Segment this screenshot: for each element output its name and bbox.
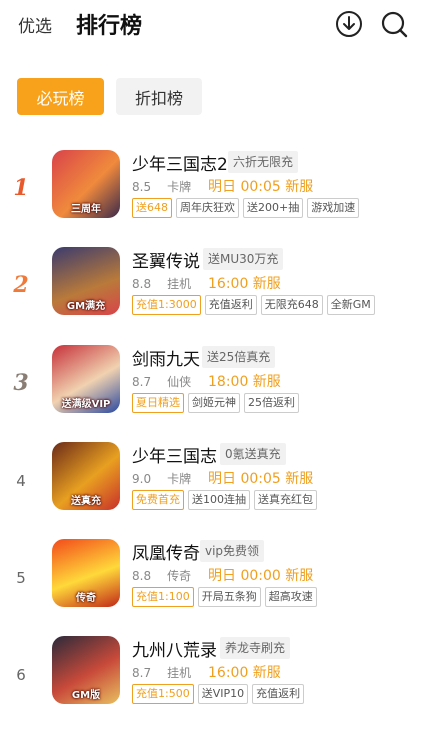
- feature-chip: 充值1:3000: [132, 295, 201, 315]
- feature-chips: 充值1:100 开局五条狗 超高攻速: [132, 587, 317, 607]
- segment-bichwan[interactable]: 必玩榜: [17, 78, 104, 115]
- game-rating: 8.8: [132, 277, 152, 291]
- feature-chip: 剑姬元神: [188, 393, 240, 413]
- game-meta: 9.0 卡牌 明日 00:05 新服: [132, 470, 313, 487]
- feature-chip: 超高攻速: [264, 587, 317, 607]
- feature-chip: 充值1:500: [132, 684, 194, 704]
- feature-chip: 夏日精选: [132, 393, 184, 413]
- server-open-time: 16:00 新服: [208, 276, 281, 292]
- server-open-time: 18:00 新服: [208, 374, 281, 390]
- segment-zhekou[interactable]: 折扣榜: [116, 78, 202, 115]
- feature-chip: 全新GM: [326, 295, 375, 315]
- rank-number: 5: [16, 569, 26, 587]
- game-icon-label: 送满级VIP: [61, 399, 111, 410]
- feature-chips: 充值1:500 送VIP10 充值返利: [132, 684, 305, 704]
- game-icon-label: 三周年: [71, 204, 101, 215]
- game-icon[interactable]: 三周年: [52, 150, 120, 218]
- server-open-time: 明日 00:05 新服: [208, 179, 314, 195]
- game-rating: 9.0: [132, 472, 152, 486]
- promo-tag: 六折无限充: [228, 151, 299, 173]
- game-name[interactable]: 凤凰传奇: [132, 539, 200, 564]
- rank-number: 4: [16, 472, 26, 490]
- game-icon-label: 传奇: [76, 593, 96, 604]
- download-icon[interactable]: [335, 10, 363, 38]
- feature-chip: 充值返利: [204, 295, 257, 315]
- game-row[interactable]: 2 GM满充 圣翼传说 送MU30万充 8.8 挂机 16:00 新服 充值1:3000 充值返…: [0, 247, 428, 337]
- feature-chip: 免费首充: [132, 490, 184, 510]
- rank-number: 1: [13, 175, 29, 201]
- game-rating: 8.5: [132, 180, 152, 194]
- rank-number: 2: [13, 272, 29, 298]
- game-meta: 8.7 挂机 16:00 新服: [132, 664, 281, 681]
- feature-chip: 周年庆狂欢: [176, 198, 239, 218]
- game-row[interactable]: 5 传奇 凤凰传奇 vip免费领 8.8 传奇 明日 00:00 新服 充值1:100 开局五条…: [0, 539, 428, 629]
- game-row[interactable]: 6 GM版 九州八荒录 养龙寺刷充 8.7 挂机 16:00 新服 充值1:500 送VIP10…: [0, 636, 428, 726]
- game-name[interactable]: 少年三国志: [132, 442, 217, 467]
- feature-chips: 送648 周年庆狂欢 送200+抽 游戏加速: [132, 198, 360, 218]
- feature-chip: 25倍返利: [244, 393, 299, 413]
- game-rating: 8.8: [132, 569, 152, 583]
- feature-chips: 免费首充 送100连抽 送真充红包: [132, 490, 317, 510]
- game-icon-label: GM版: [71, 690, 101, 701]
- game-icon[interactable]: GM版: [52, 636, 120, 704]
- game-icon-label: GM满充: [66, 301, 106, 312]
- game-name[interactable]: 圣翼传说: [132, 247, 200, 272]
- promo-tag: 0氪送真充: [220, 443, 286, 465]
- game-meta: 8.7 仙侠 18:00 新服: [132, 373, 281, 390]
- feature-chip: 充值1:100: [132, 587, 194, 607]
- promo-tag: vip免费领: [200, 540, 265, 562]
- tab-paihang[interactable]: 排行榜: [76, 8, 142, 40]
- top-bar: 优选 排行榜: [0, 0, 428, 50]
- game-meta: 8.8 挂机 16:00 新服: [132, 275, 281, 292]
- feature-chip: 送真充红包: [254, 490, 317, 510]
- feature-chip: 开局五条狗: [197, 587, 261, 607]
- feature-chip: 送648: [132, 198, 172, 218]
- game-rating: 8.7: [132, 666, 152, 680]
- feature-chip: 送200+抽: [243, 198, 304, 218]
- game-genre: 挂机: [167, 666, 192, 680]
- feature-chip: 充值返利: [252, 684, 305, 704]
- game-meta: 8.5 卡牌 明日 00:05 新服: [132, 178, 313, 195]
- feature-chip: 游戏加速: [307, 198, 360, 218]
- tab-youxuan[interactable]: 优选: [18, 12, 52, 37]
- rank-number: 3: [13, 370, 29, 396]
- rank-number: 6: [16, 666, 26, 684]
- server-open-time: 16:00 新服: [208, 665, 281, 681]
- game-genre: 传奇: [167, 569, 192, 583]
- server-open-time: 明日 00:05 新服: [208, 471, 314, 487]
- game-genre: 仙侠: [167, 375, 192, 389]
- game-rating: 8.7: [132, 375, 152, 389]
- promo-tag: 送25倍真充: [202, 346, 276, 368]
- server-open-time: 明日 00:00 新服: [208, 568, 314, 584]
- feature-chips: 充值1:3000 充值返利 无限充648 全新GM: [132, 295, 375, 315]
- feature-chip: 送VIP10: [197, 684, 249, 704]
- game-genre: 卡牌: [167, 180, 192, 194]
- game-icon[interactable]: GM满充: [52, 247, 120, 315]
- promo-tag: 养龙寺刷充: [220, 637, 291, 659]
- game-name[interactable]: 少年三国志2: [132, 150, 228, 175]
- game-icon[interactable]: 传奇: [52, 539, 120, 607]
- game-icon-label: 送真充: [71, 496, 101, 507]
- game-icon[interactable]: 送满级VIP: [52, 345, 120, 413]
- game-genre: 挂机: [167, 277, 192, 291]
- game-name[interactable]: 剑雨九天: [132, 345, 200, 370]
- game-row[interactable]: 1 三周年 少年三国志2 六折无限充 8.5 卡牌 明日 00:05 新服送648 周年庆狂欢…: [0, 150, 428, 240]
- game-row[interactable]: 3 送满级VIP 剑雨九天 送25倍真充 8.7 仙侠 18:00 新服夏日精选 剑姬元神 25…: [0, 345, 428, 435]
- game-icon[interactable]: 送真充: [52, 442, 120, 510]
- game-row[interactable]: 4 送真充 少年三国志 0氪送真充 9.0 卡牌 明日 00:05 新服免费首充 送100连抽…: [0, 442, 428, 532]
- search-icon[interactable]: [380, 10, 408, 38]
- feature-chips: 夏日精选 剑姬元神 25倍返利: [132, 393, 299, 413]
- game-meta: 8.8 传奇 明日 00:00 新服: [132, 567, 313, 584]
- feature-chip: 无限充648: [260, 295, 323, 315]
- game-name[interactable]: 九州八荒录: [132, 636, 217, 661]
- game-genre: 卡牌: [167, 472, 192, 486]
- feature-chip: 送100连抽: [188, 490, 250, 510]
- promo-tag: 送MU30万充: [203, 248, 284, 270]
